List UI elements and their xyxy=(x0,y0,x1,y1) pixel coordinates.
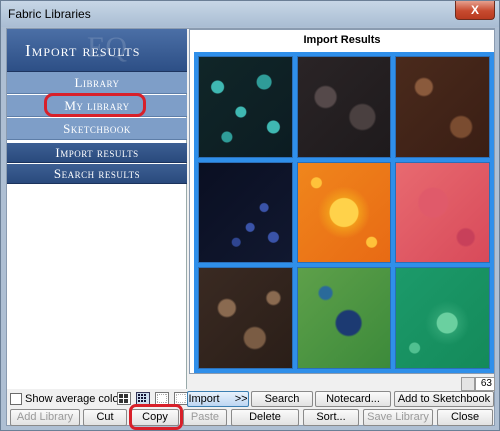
fabric-swatch-charcoal-batik[interactable] xyxy=(296,56,392,158)
fabric-swatch-pink-floral-batik[interactable] xyxy=(395,161,490,264)
fabric-libraries-window: Fabric Libraries X EQ Import results Lib… xyxy=(0,0,500,431)
window-title: Fabric Libraries xyxy=(8,7,91,21)
results-title: Import Results xyxy=(303,34,381,46)
import-arrows-icon: >> xyxy=(234,393,248,405)
import-label: Import xyxy=(188,393,220,405)
fabric-swatch-green-navy-batik[interactable] xyxy=(296,267,392,369)
copy-highlight xyxy=(129,404,183,430)
close-button[interactable]: Close xyxy=(437,409,493,426)
nav-item-import-results[interactable]: Import results xyxy=(7,143,187,163)
search-label: Search xyxy=(264,393,300,405)
add-library-button[interactable]: Add Library xyxy=(10,409,80,426)
brand-title: Import results xyxy=(25,41,141,60)
fabric-swatch-orange-sun-batik[interactable] xyxy=(296,161,392,264)
fabric-swatch-brown-dotted-batik[interactable] xyxy=(198,267,293,369)
scroll-button[interactable] xyxy=(461,377,475,391)
nav-item-search-results[interactable]: Search results xyxy=(7,164,187,184)
controls-row-bottom: Add Library Cut Copy Paste Delete Sort..… xyxy=(7,409,496,427)
fabric-swatch-navy-dotted-batik[interactable] xyxy=(198,161,293,264)
cut-button[interactable]: Cut xyxy=(83,409,127,426)
left-panel: EQ Import results Library My library Ske… xyxy=(7,29,187,389)
sort-button[interactable]: Sort... xyxy=(303,409,359,426)
import-button[interactable]: Import >> xyxy=(187,391,249,407)
show-average-color-checkbox[interactable] xyxy=(10,393,22,405)
brand-header: EQ Import results xyxy=(7,29,187,72)
fabric-swatch-brown-mottled-batik[interactable] xyxy=(395,56,490,158)
notecard-button[interactable]: Notecard... xyxy=(315,391,391,407)
dialog-client-area: EQ Import results Library My library Ske… xyxy=(6,28,496,430)
paste-button[interactable]: Paste xyxy=(183,409,227,426)
my-library-highlight xyxy=(44,93,146,117)
add-to-sketchbook-button[interactable]: Add to Sketchbook xyxy=(394,391,494,407)
show-average-color-label: Show average color xyxy=(25,393,123,405)
search-button[interactable]: Search >> xyxy=(251,391,313,419)
fabric-swatch-green-circle-batik[interactable] xyxy=(395,267,490,369)
results-scrollbar[interactable]: 63 xyxy=(189,377,495,391)
nav-item-library[interactable]: Library xyxy=(7,72,187,94)
controls-row-top: Show average color Import >> Search Note… xyxy=(7,391,496,419)
window-close-button[interactable]: X xyxy=(455,1,495,20)
nav-item-sketchbook[interactable]: Sketchbook xyxy=(7,118,187,140)
fabric-swatch-teal-dotted-batik[interactable] xyxy=(198,56,293,158)
large-grid-icon[interactable] xyxy=(117,392,131,405)
results-panel: Import Results xyxy=(189,29,495,374)
delete-button[interactable]: Delete xyxy=(231,409,299,426)
results-count: 63 xyxy=(475,377,495,391)
fabric-grid xyxy=(194,52,494,373)
title-bar: Fabric Libraries X xyxy=(1,1,499,27)
save-library-button[interactable]: Save Library xyxy=(363,409,433,426)
